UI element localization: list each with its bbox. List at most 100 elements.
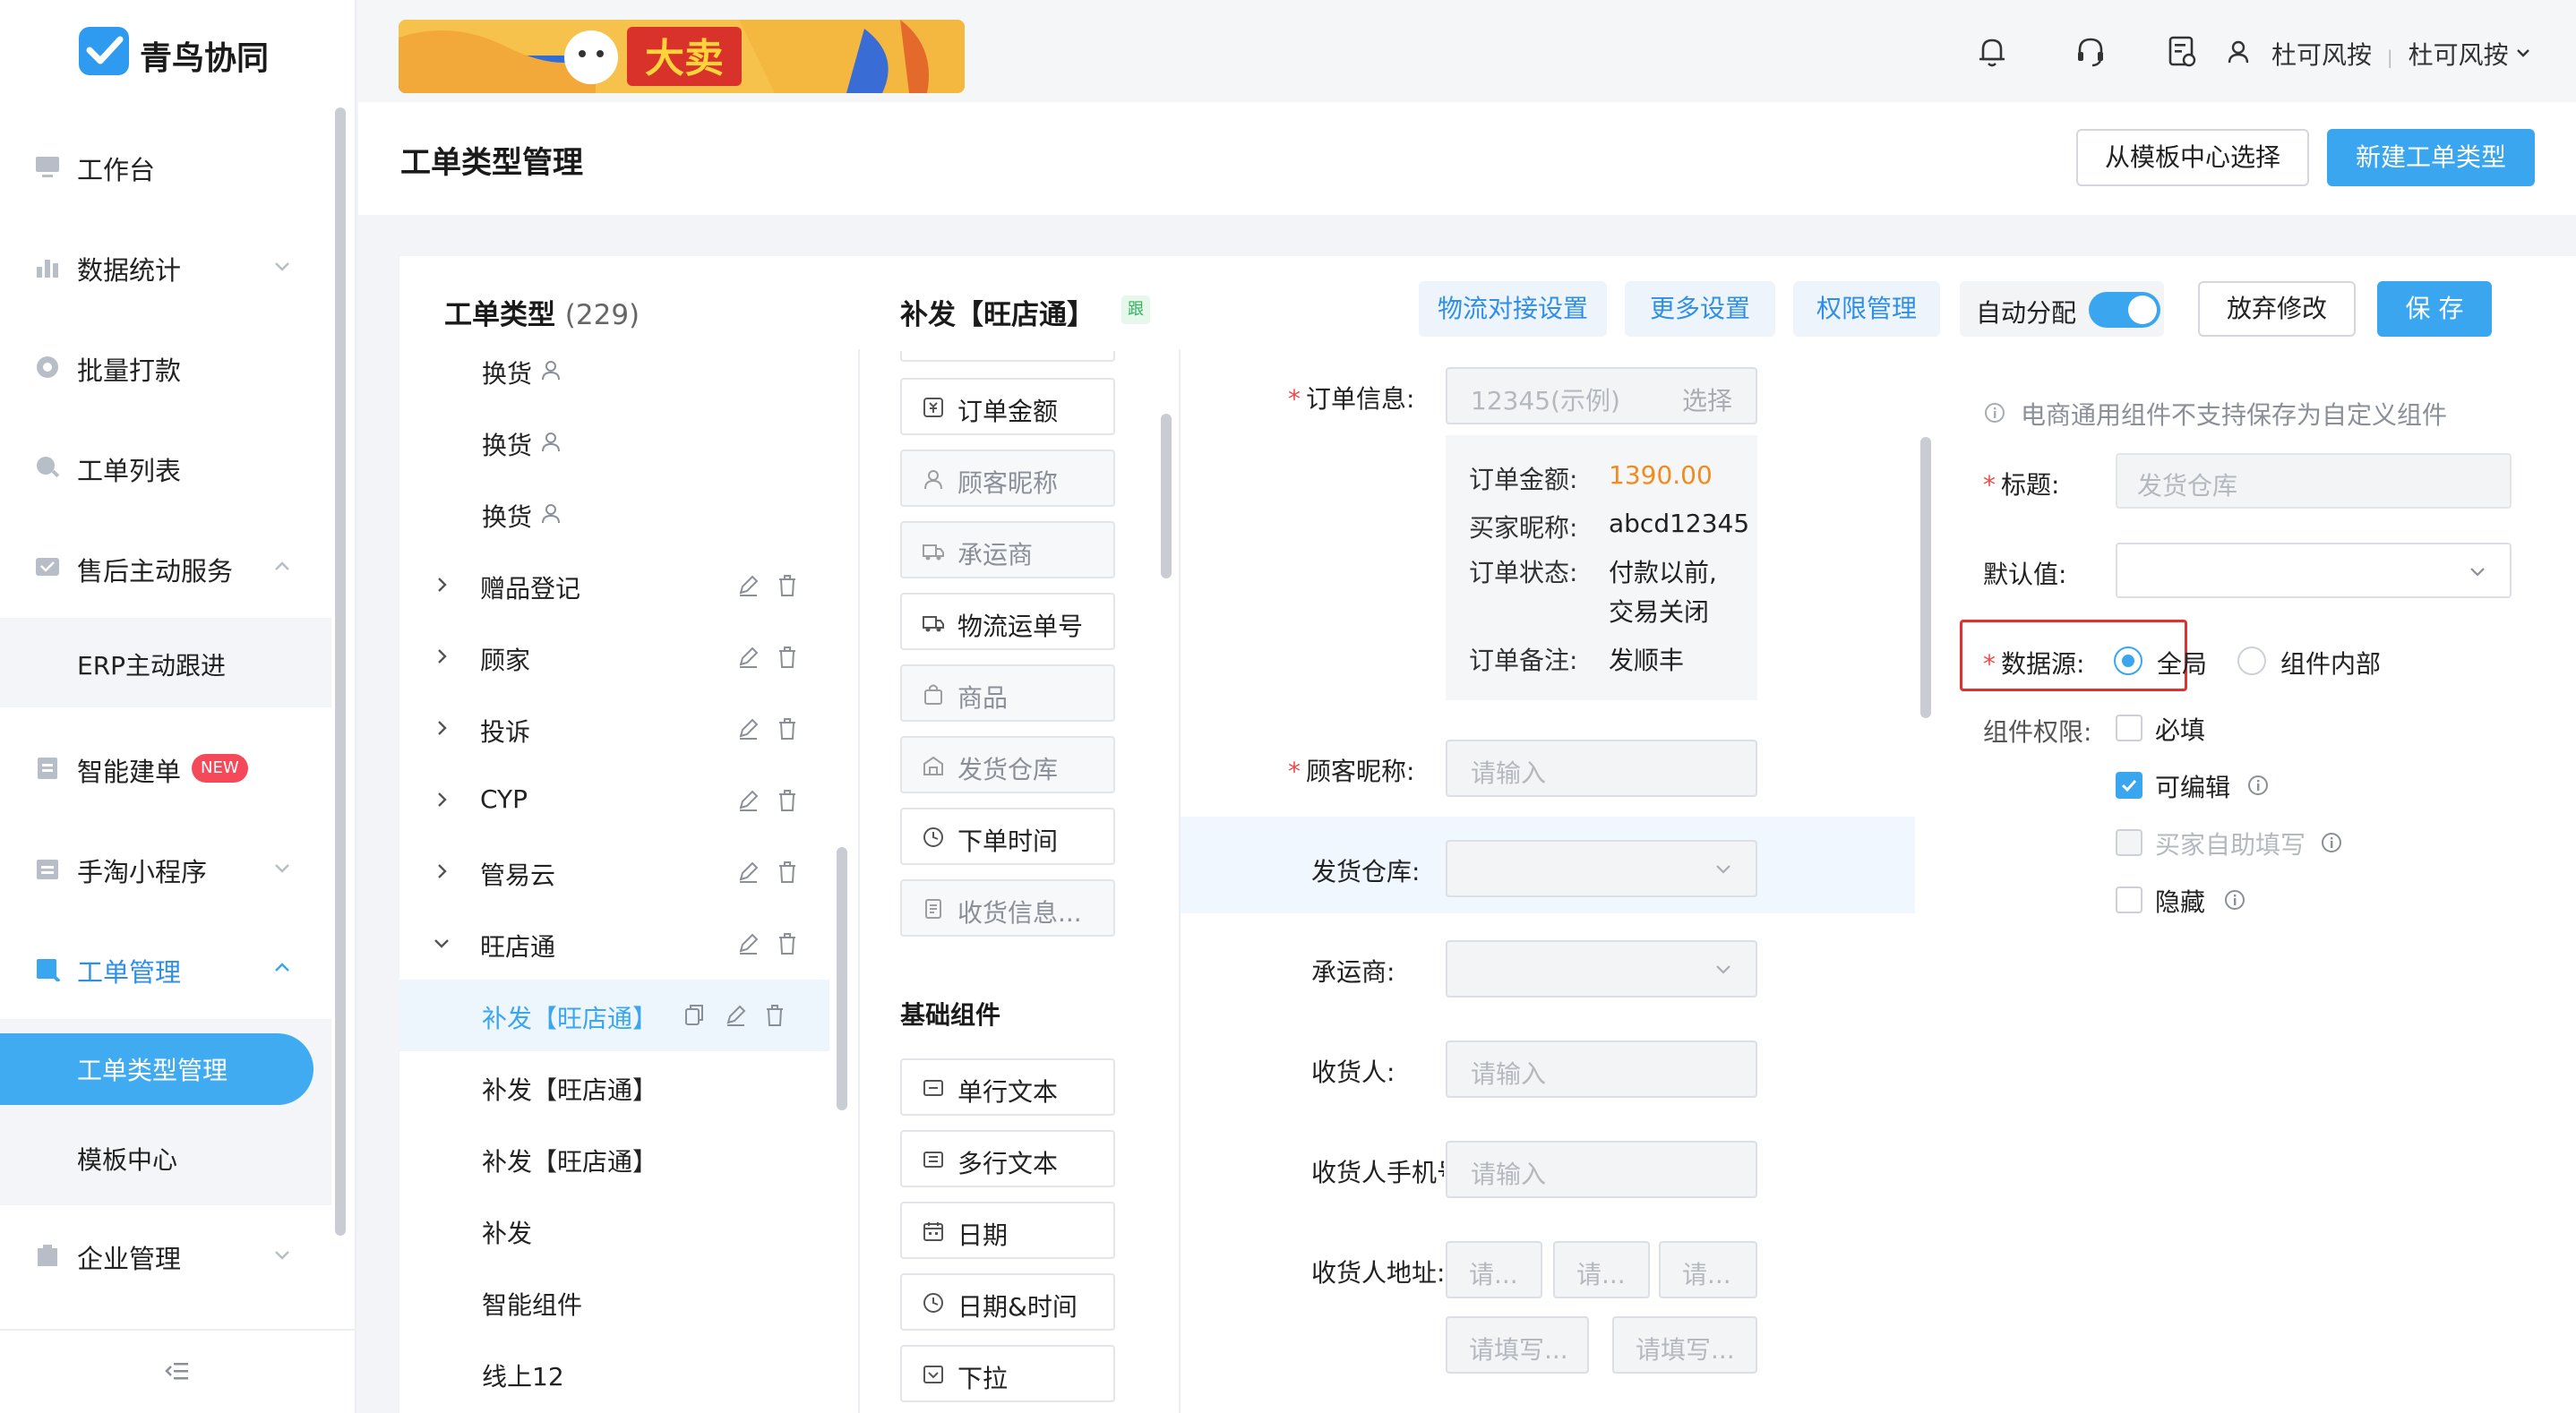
trash-icon[interactable] [763,1003,786,1028]
title-field-input[interactable]: 发货仓库 [2116,453,2512,509]
edit-icon[interactable] [736,860,760,885]
chevron-right-icon[interactable] [432,647,451,666]
save-button[interactable]: 保 存 [2377,281,2492,337]
logistics-settings-button[interactable]: 物流对接设置 [1419,281,1607,337]
report-icon[interactable] [2162,32,2202,72]
component-item[interactable]: 订单金额 [900,378,1115,435]
sidebar-item-ticket-list[interactable]: 工单列表 [0,417,331,518]
chevron-down-icon[interactable] [432,933,451,953]
trash-icon[interactable] [776,860,799,885]
more-settings-button[interactable]: 更多设置 [1625,281,1775,337]
component-item[interactable]: 日期&时间 [900,1273,1115,1331]
buyer-fill-checkbox[interactable] [2116,829,2142,856]
bell-icon[interactable] [1972,32,2012,72]
datasource-internal-radio[interactable] [2237,647,2266,675]
order-info-input[interactable]: 12345(示例) 选择 [1446,367,1757,424]
copy-icon[interactable] [683,1003,706,1028]
trash-icon[interactable] [776,931,799,956]
trash-icon[interactable] [776,788,799,813]
component-item[interactable]: 承运商 [900,521,1115,578]
auto-assign-toggle[interactable] [2089,292,2160,328]
edit-icon[interactable] [736,788,760,813]
chevron-right-icon[interactable] [432,790,451,809]
edit-icon[interactable] [736,931,760,956]
sidebar-item-erp[interactable]: ERP主动跟进 [0,618,331,707]
sidebar-item-batch-pay[interactable]: 批量打款 [0,317,331,417]
component-item[interactable]: 日期 [900,1202,1115,1259]
palette-scrollbar[interactable] [1161,414,1172,578]
tree-row-selected[interactable]: 补发【旺店通】 [399,980,829,1051]
edit-icon[interactable] [724,1003,747,1028]
tree-row[interactable]: 补发 [399,1195,829,1266]
info-icon[interactable] [2223,888,2246,912]
edit-icon[interactable] [736,645,760,670]
tree-row[interactable]: 补发【旺店通】 [399,1051,829,1123]
chevron-right-icon[interactable] [432,575,451,595]
default-value-select[interactable] [2116,543,2512,598]
edit-icon[interactable] [736,716,760,741]
component-item[interactable]: 下拉 [900,1345,1115,1402]
sidebar-item-smart-create[interactable]: 智能建单 NEW [0,718,331,818]
component-item[interactable]: 单行文本 [900,1058,1115,1116]
province-select[interactable]: 请... [1446,1241,1542,1298]
sidebar-item-ticket-manage[interactable]: 工单管理 [0,919,331,1019]
order-select-link[interactable]: 选择 [1682,381,1732,417]
customer-nick-input[interactable]: 请输入 [1446,740,1757,797]
tree-row[interactable]: 管易云 [399,836,829,908]
district-select[interactable]: 请... [1659,1241,1757,1298]
hidden-checkbox[interactable] [2116,886,2142,913]
promo-banner[interactable]: 大卖 [399,20,965,93]
sidebar-item-taobao-mini[interactable]: 手淘小程序 [0,818,331,919]
editable-checkbox[interactable] [2116,772,2142,799]
address-detail-input-2[interactable]: 请填写... [1612,1316,1757,1374]
datasource-global-radio[interactable] [2114,647,2142,675]
sidebar-item-template-center[interactable]: 模板中心 [0,1110,331,1205]
sidebar-item-aftersale[interactable]: 售后主动服务 [0,518,331,618]
tree-row[interactable]: 换货 [399,335,829,407]
receiver-phone-input[interactable]: 请输入 [1446,1141,1757,1198]
headset-icon[interactable] [2071,32,2110,72]
component-item[interactable]: 收货信息... [900,879,1115,937]
component-item[interactable]: 下单时间 [900,808,1115,865]
tree-row[interactable]: 补发【旺店通】 [399,1123,829,1195]
tree-row[interactable]: 旺店通 [399,908,829,980]
tree-row[interactable]: 线上12 [399,1338,829,1409]
chevron-right-icon[interactable] [432,718,451,738]
component-item[interactable]: 多行文本 [900,1130,1115,1187]
tree-row[interactable]: 投诉 [399,693,829,765]
sidebar-scrollbar[interactable] [335,107,346,1236]
component-item[interactable]: 商品 [900,664,1115,722]
collapse-menu-icon[interactable] [165,1359,190,1383]
info-icon[interactable] [2320,831,2343,854]
trash-icon[interactable] [776,573,799,598]
info-icon[interactable] [2246,774,2270,797]
trash-icon[interactable] [776,716,799,741]
tree-row[interactable]: 赠品登记 [399,550,829,621]
address-detail-input-1[interactable]: 请填写... [1446,1316,1589,1374]
city-select[interactable]: 请... [1553,1241,1650,1298]
tree-row[interactable]: CYP [399,765,829,836]
component-item[interactable]: 顾客昵称 [900,450,1115,507]
receiver-input[interactable]: 请输入 [1446,1040,1757,1098]
sidebar-item-ticket-type[interactable]: 工单类型管理 [0,1033,313,1105]
warehouse-select[interactable] [1446,840,1757,897]
tree-row[interactable]: 换货 [399,478,829,550]
sidebar-item-stats[interactable]: 数据统计 [0,217,331,317]
tree-row[interactable]: 智能组件 [399,1266,829,1338]
discard-changes-button[interactable]: 放弃修改 [2198,281,2356,337]
user-menu[interactable]: 杜可风按 | 杜可风按 [2271,36,2509,72]
edit-icon[interactable] [736,573,760,598]
trash-icon[interactable] [776,645,799,670]
sidebar-item-enterprise[interactable]: 企业管理 [0,1205,331,1306]
new-ticket-type-button[interactable]: 新建工单类型 [2327,129,2535,186]
required-checkbox[interactable] [2116,715,2142,741]
types-scrollbar[interactable] [837,847,847,1110]
tree-row[interactable]: 换货 [399,407,829,478]
carrier-select[interactable] [1446,940,1757,998]
form-scrollbar[interactable] [1920,437,1931,718]
choose-from-template-button[interactable]: 从模板中心选择 [2076,129,2309,186]
chevron-right-icon[interactable] [432,861,451,881]
sidebar-item-workbench[interactable]: 工作台 [0,116,331,217]
tree-row[interactable]: 顾家 [399,621,829,693]
chevron-down-icon[interactable] [2513,43,2533,63]
